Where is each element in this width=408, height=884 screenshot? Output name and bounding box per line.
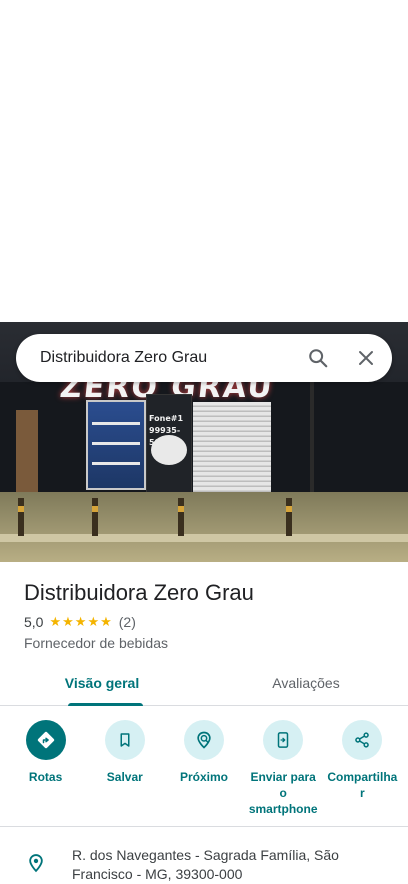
bookmark-icon [120, 733, 130, 747]
directions-label: Rotas [28, 770, 63, 784]
tab-reviews-label: Avaliações [272, 674, 340, 691]
storefront-window [86, 400, 146, 490]
storefront-logo [151, 435, 187, 465]
star-icon: ★ [100, 614, 112, 629]
rating-value: 5,0 [24, 614, 44, 630]
share-icon [355, 732, 370, 748]
save-button[interactable]: Salvar [89, 720, 161, 820]
nearby-icon [197, 731, 211, 749]
tab-overview-label: Visão geral [64, 674, 140, 691]
review-count[interactable]: (2) [119, 614, 136, 630]
search-button[interactable] [296, 334, 340, 382]
tab-bar: Visão geral Avaliações [0, 664, 408, 706]
action-buttons: Rotas Salvar Próximo Enviar para o smart… [0, 720, 408, 820]
star-icon: ★ [87, 614, 100, 629]
directions-icon [37, 731, 54, 749]
location-pin-icon [29, 854, 43, 873]
send-to-phone-icon [277, 732, 289, 748]
storefront-pillar: Fone#1 99935-5948 [146, 394, 192, 506]
active-tab-indicator [68, 703, 143, 706]
star-icon: ★ [49, 614, 62, 629]
tab-overview[interactable]: Visão geral [0, 664, 204, 706]
rating-row[interactable]: 5,0 ★ ★ ★ ★ ★ (2) [24, 614, 136, 630]
divider [0, 826, 408, 827]
close-button[interactable] [340, 334, 392, 382]
storefront-shutter [193, 402, 271, 498]
nearby-button[interactable]: Próximo [168, 720, 240, 820]
tab-reviews[interactable]: Avaliações [204, 664, 408, 705]
search-bar[interactable]: Distribuidora Zero Grau [16, 334, 392, 382]
rating-stars: ★ ★ ★ ★ ★ [49, 615, 112, 629]
send-to-phone-label: Enviar para o smartphone [248, 770, 318, 816]
address-text: R. dos Navegantes - Sagrada Família, São… [72, 847, 339, 882]
star-icon: ★ [74, 614, 87, 629]
close-icon [359, 351, 373, 365]
share-button[interactable]: Compartilhar [326, 720, 398, 820]
search-icon [309, 349, 328, 368]
star-icon: ★ [62, 614, 74, 629]
send-to-phone-button[interactable]: Enviar para o smartphone [247, 720, 319, 820]
nearby-label: Próximo [179, 770, 228, 784]
place-category[interactable]: Fornecedor de bebidas [24, 635, 168, 651]
address-row[interactable]: R. dos Navegantes - Sagrada Família, São… [0, 846, 408, 884]
place-title: Distribuidora Zero Grau [24, 580, 254, 605]
directions-button[interactable]: Rotas [10, 720, 82, 820]
share-label: Compartilhar [327, 770, 398, 800]
search-input[interactable]: Distribuidora Zero Grau [40, 349, 296, 367]
save-label: Salvar [106, 770, 143, 784]
map-area[interactable] [0, 0, 408, 322]
